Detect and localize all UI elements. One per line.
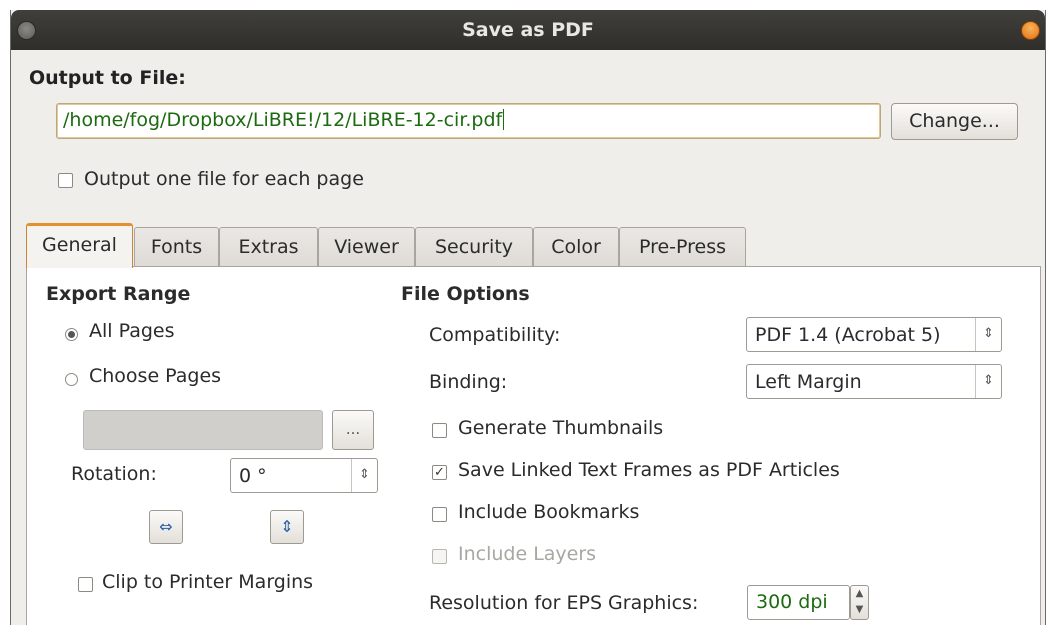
text-caret xyxy=(503,109,505,130)
output-path-input[interactable]: /home/fog/Dropbox/LiBRE!/12/LiBRE-12-cir… xyxy=(56,103,881,139)
one-file-per-page-checkbox[interactable] xyxy=(58,173,73,188)
updown-arrow-icon: ⇕ xyxy=(975,318,1001,351)
page-range-input xyxy=(83,410,323,450)
all-pages-label: All Pages xyxy=(89,320,175,342)
save-linked-frames-checkbox[interactable]: ✓ xyxy=(432,465,447,480)
tab-general[interactable]: General xyxy=(26,223,133,268)
save-linked-frames-label: Save Linked Text Frames as PDF Articles xyxy=(458,459,840,481)
generate-thumbnails-label: Generate Thumbnails xyxy=(458,417,664,439)
resolution-spinbox[interactable]: 300 dpi ▲ ▼ xyxy=(747,585,869,620)
close-window-button[interactable] xyxy=(1021,21,1040,40)
tab-fonts[interactable]: Fonts xyxy=(134,227,219,267)
output-to-file-label: Output to File: xyxy=(29,67,186,89)
choose-pages-label: Choose Pages xyxy=(89,365,222,387)
resolution-value: 300 dpi xyxy=(756,591,828,613)
options-tabs: General Fonts Extras Viewer Security Col… xyxy=(26,223,1041,268)
compatibility-label: Compatibility: xyxy=(429,324,561,346)
generate-thumbnails-checkbox[interactable] xyxy=(432,423,447,438)
change-button[interactable]: Change... xyxy=(891,103,1018,140)
rotation-label: Rotation: xyxy=(71,463,157,485)
flip-vertical-icon[interactable]: ⇕ xyxy=(270,510,304,544)
include-bookmarks-checkbox[interactable] xyxy=(432,507,447,522)
compatibility-select[interactable]: PDF 1.4 (Acrobat 5) ⇕ xyxy=(746,317,1002,352)
include-layers-checkbox xyxy=(432,549,447,564)
browse-pages-button[interactable]: ... xyxy=(332,410,374,450)
tab-security[interactable]: Security xyxy=(415,227,533,267)
tab-pre-press[interactable]: Pre-Press xyxy=(619,227,746,267)
rotation-select[interactable]: 0 ° ⇕ xyxy=(230,458,378,493)
updown-arrow-icon: ⇕ xyxy=(351,459,377,492)
window-title: Save as PDF xyxy=(462,19,594,41)
binding-label: Binding: xyxy=(429,371,508,393)
choose-pages-radio[interactable] xyxy=(65,373,78,386)
include-layers-label: Include Layers xyxy=(458,543,597,565)
updown-arrow-icon: ⇕ xyxy=(975,365,1001,398)
spin-arrows-icon[interactable]: ▲ ▼ xyxy=(850,585,869,620)
one-file-per-page-label: Output one file for each page xyxy=(84,168,364,190)
clip-printer-margins-checkbox[interactable] xyxy=(78,577,93,592)
all-pages-radio[interactable] xyxy=(65,328,78,341)
compatibility-value: PDF 1.4 (Acrobat 5) xyxy=(755,324,941,346)
resolution-label: Resolution for EPS Graphics: xyxy=(429,592,699,614)
include-bookmarks-label: Include Bookmarks xyxy=(458,501,640,523)
flip-horizontal-icon[interactable]: ⇔ xyxy=(149,510,183,544)
save-as-pdf-dialog: Save as PDF Output to File: /home/fog/Dr… xyxy=(10,10,1046,625)
tab-color[interactable]: Color xyxy=(533,227,619,267)
tab-viewer[interactable]: Viewer xyxy=(318,227,415,267)
title-bar: Save as PDF xyxy=(11,10,1045,50)
binding-select[interactable]: Left Margin ⇕ xyxy=(746,364,1002,399)
file-options-heading: File Options xyxy=(401,283,530,305)
tab-extras[interactable]: Extras xyxy=(219,227,318,267)
clip-printer-margins-label: Clip to Printer Margins xyxy=(102,571,314,593)
binding-value: Left Margin xyxy=(755,371,862,393)
rotation-value: 0 ° xyxy=(239,465,267,487)
export-range-heading: Export Range xyxy=(46,283,191,305)
